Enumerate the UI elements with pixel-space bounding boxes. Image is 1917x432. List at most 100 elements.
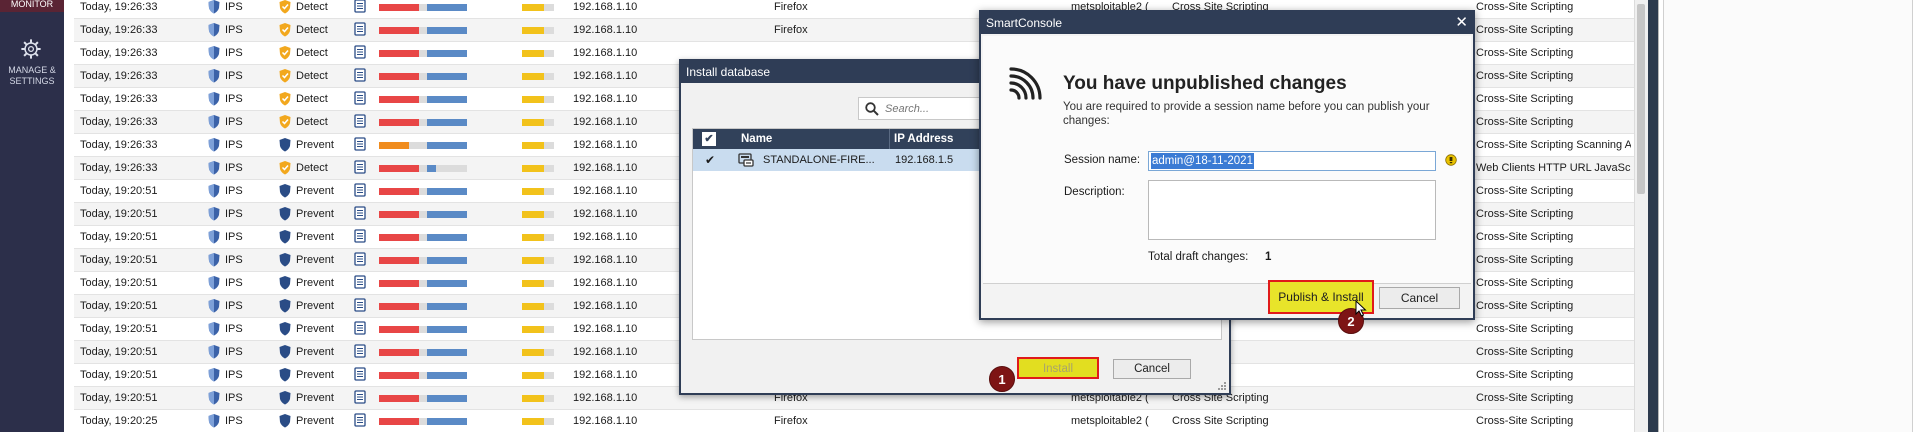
severity-bar bbox=[379, 211, 431, 218]
performance-bar bbox=[522, 96, 554, 103]
log-source: 192.168.1.10 bbox=[573, 47, 638, 59]
document-icon[interactable] bbox=[354, 367, 366, 383]
log-blade: IPS bbox=[225, 70, 243, 82]
column-header-name[interactable]: Name bbox=[741, 129, 772, 149]
document-icon[interactable] bbox=[354, 252, 366, 268]
log-time: Today, 19:20:51 bbox=[80, 277, 158, 289]
document-icon[interactable] bbox=[354, 183, 366, 199]
smartconsole-cancel-button[interactable]: Cancel bbox=[1379, 287, 1460, 309]
document-icon[interactable] bbox=[354, 321, 366, 337]
log-blade: IPS bbox=[225, 93, 243, 105]
shield-icon bbox=[207, 298, 221, 314]
severity-bar bbox=[379, 395, 431, 402]
log-source: 192.168.1.10 bbox=[573, 392, 638, 404]
document-icon[interactable] bbox=[354, 275, 366, 291]
performance-bar bbox=[522, 280, 554, 287]
shield-icon bbox=[207, 22, 221, 38]
close-icon[interactable]: ✕ bbox=[1455, 12, 1468, 34]
confidence-bar bbox=[427, 372, 467, 379]
shield-icon bbox=[207, 45, 221, 61]
severity-bar bbox=[379, 280, 431, 287]
performance-bar bbox=[522, 50, 554, 57]
document-icon[interactable] bbox=[354, 413, 366, 429]
performance-bar bbox=[522, 395, 554, 402]
nav-manage-settings[interactable]: MANAGE & SETTINGS bbox=[0, 65, 64, 87]
document-icon[interactable] bbox=[354, 229, 366, 245]
log-source: 192.168.1.10 bbox=[573, 139, 638, 151]
document-icon[interactable] bbox=[354, 298, 366, 314]
performance-bar bbox=[522, 73, 554, 80]
log-source: 192.168.1.10 bbox=[573, 70, 638, 82]
column-header-ip[interactable]: IP Address bbox=[894, 129, 953, 149]
log-attack: Cross-Site Scripting bbox=[1476, 1, 1574, 13]
performance-bar bbox=[522, 372, 554, 379]
detect-shield-icon bbox=[278, 91, 292, 107]
log-action: Detect bbox=[296, 24, 328, 36]
logs-scrollbar-thumb[interactable] bbox=[1637, 4, 1645, 194]
log-blade: IPS bbox=[225, 231, 243, 243]
splitter[interactable] bbox=[1648, 0, 1658, 432]
log-source: 192.168.1.10 bbox=[573, 254, 638, 266]
log-source: 192.168.1.10 bbox=[573, 116, 638, 128]
document-icon[interactable] bbox=[354, 390, 366, 406]
lightbulb-icon[interactable] bbox=[1445, 154, 1457, 166]
log-attack: Cross-Site Scripting bbox=[1476, 185, 1574, 197]
shield-icon bbox=[207, 183, 221, 199]
document-icon[interactable] bbox=[354, 0, 366, 15]
total-draft-changes-label: Total draft changes: bbox=[1148, 251, 1249, 263]
shield-icon bbox=[207, 0, 221, 15]
severity-bar bbox=[379, 50, 431, 57]
confidence-bar bbox=[427, 73, 467, 80]
confidence-bar bbox=[427, 119, 467, 126]
document-icon[interactable] bbox=[354, 22, 366, 38]
log-action: Prevent bbox=[296, 346, 334, 358]
column-divider[interactable] bbox=[889, 129, 890, 149]
log-action: Detect bbox=[296, 116, 328, 128]
log-application: Firefox bbox=[774, 24, 808, 36]
session-name-field[interactable]: admin@18-11-2021 bbox=[1148, 151, 1436, 171]
log-action: Prevent bbox=[296, 415, 334, 427]
performance-bar bbox=[522, 4, 554, 11]
select-all-checkbox[interactable]: ✔ bbox=[702, 132, 716, 146]
document-icon[interactable] bbox=[354, 160, 366, 176]
performance-bar bbox=[522, 234, 554, 241]
nav-monitor[interactable]: MONITOR bbox=[0, 0, 64, 12]
document-icon[interactable] bbox=[354, 137, 366, 153]
log-source: 192.168.1.10 bbox=[573, 300, 638, 312]
document-icon[interactable] bbox=[354, 91, 366, 107]
shield-icon bbox=[207, 413, 221, 429]
severity-bar bbox=[379, 326, 431, 333]
gateway-checkbox[interactable]: ✔ bbox=[705, 149, 715, 171]
log-blade: IPS bbox=[225, 415, 243, 427]
log-row[interactable]: Today, 19:20:25 IPS Prevent 192.168.1.10 Fir… bbox=[74, 410, 1634, 432]
install-cancel-button[interactable]: Cancel bbox=[1113, 359, 1191, 379]
log-blade: IPS bbox=[225, 1, 243, 13]
log-attack: Cross-Site Scripting bbox=[1476, 323, 1574, 335]
document-icon[interactable] bbox=[354, 68, 366, 84]
performance-bar bbox=[522, 257, 554, 264]
gateway-icon bbox=[738, 153, 754, 167]
log-time: Today, 19:26:33 bbox=[80, 139, 158, 151]
log-blade: IPS bbox=[225, 392, 243, 404]
gear-icon[interactable] bbox=[20, 38, 42, 60]
description-field[interactable] bbox=[1148, 180, 1436, 240]
resize-grip-icon[interactable] bbox=[1217, 381, 1227, 391]
document-icon[interactable] bbox=[354, 114, 366, 130]
shield-icon bbox=[207, 206, 221, 222]
session-name-value[interactable]: admin@18-11-2021 bbox=[1151, 153, 1254, 169]
document-icon[interactable] bbox=[354, 344, 366, 360]
shield-icon bbox=[207, 367, 221, 383]
document-icon[interactable] bbox=[354, 206, 366, 222]
smartconsole-dialog-title[interactable]: SmartConsole bbox=[981, 12, 1473, 34]
log-time: Today, 19:20:51 bbox=[80, 392, 158, 404]
confidence-bar bbox=[427, 27, 467, 34]
document-icon[interactable] bbox=[354, 45, 366, 61]
log-action: Detect bbox=[296, 47, 328, 59]
install-button[interactable]: Install bbox=[1017, 357, 1099, 379]
log-source: 192.168.1.10 bbox=[573, 346, 638, 358]
confidence-bar bbox=[427, 303, 467, 310]
log-action: Prevent bbox=[296, 185, 334, 197]
log-action: Detect bbox=[296, 93, 328, 105]
log-action: Prevent bbox=[296, 392, 334, 404]
log-attack: Web Clients HTTP URL JavaScri bbox=[1476, 162, 1631, 174]
